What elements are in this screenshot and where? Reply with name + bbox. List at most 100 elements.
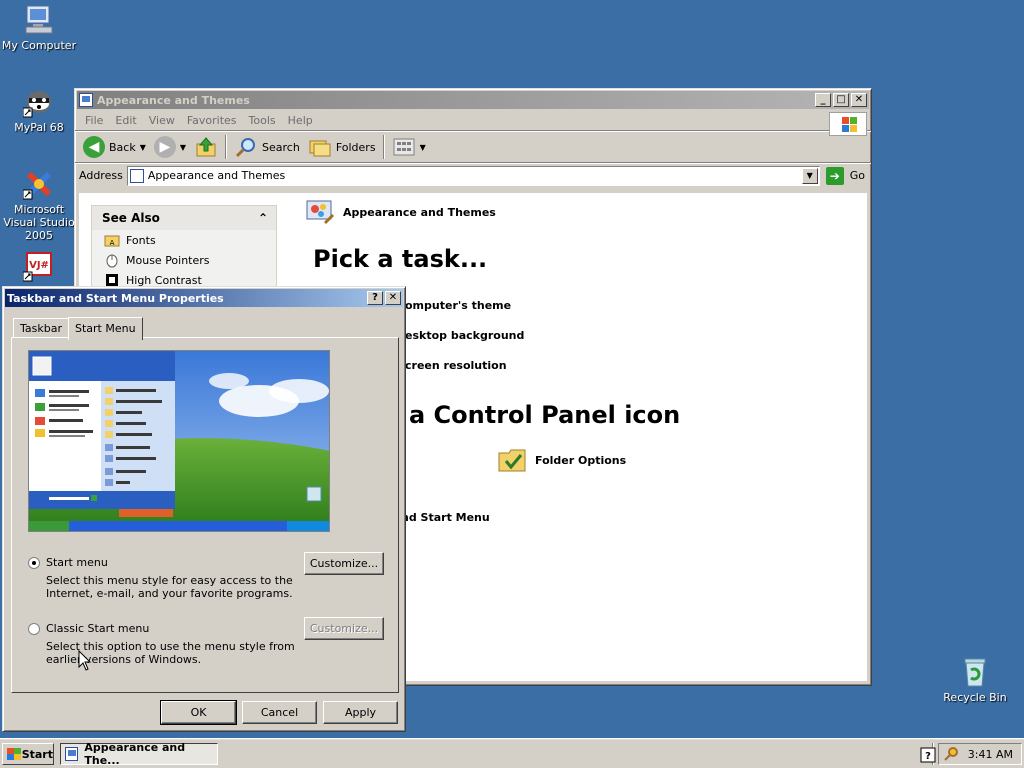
address-input[interactable]: Appearance and Themes ▼ [126, 165, 820, 186]
desktop-icon-vjsharp[interactable]: VJ# [0, 250, 78, 285]
taskbar-button-appearance[interactable]: Appearance and The... [60, 741, 218, 767]
folders-button[interactable]: Folders [304, 134, 380, 160]
see-also-title: See Also [102, 211, 160, 225]
forward-button[interactable]: ▶ ▼ [150, 134, 190, 160]
customize-start-menu-button[interactable]: Customize... [304, 552, 384, 575]
classic-menu-label: Classic Start menu [46, 622, 150, 635]
start-menu-label: Start menu [46, 556, 108, 569]
raccoon-icon [22, 86, 55, 118]
category-title: Appearance and Themes [303, 195, 496, 229]
taskbar: Start Appearance and The... ? 3:41 AM [0, 738, 1024, 768]
taskbar-start-menu-link[interactable]: nd Start Menu [401, 511, 490, 524]
tab-strip: Taskbar Start Menu [13, 315, 143, 340]
pick-icon-heading: a Control Panel icon [409, 401, 681, 429]
start-label: Start [21, 747, 53, 761]
desktop-icon-label: My Computer [1, 39, 77, 52]
dialog-title: Taskbar and Start Menu Properties [7, 291, 224, 305]
see-also-item-mouse-pointers[interactable]: Mouse Pointers [92, 250, 276, 270]
ok-button[interactable]: OK [160, 700, 237, 725]
svg-text:A: A [110, 239, 115, 247]
see-also-header[interactable]: See Also ⌃ [92, 206, 276, 230]
toolbar: ◀ Back ▼ ▶ ▼ Search Folders ▼ [75, 131, 871, 163]
clock[interactable]: 3:41 AM [968, 748, 1013, 761]
control-panel-icon [65, 747, 79, 761]
start-menu-preview [28, 350, 330, 532]
views-icon [393, 138, 415, 156]
dialog-titlebar[interactable]: Taskbar and Start Menu Properties ? ✕ [5, 289, 403, 307]
back-arrow-icon: ◀ [83, 136, 105, 158]
folder-options-icon [498, 449, 526, 472]
forward-arrow-icon: ▶ [153, 136, 176, 158]
search-tray-icon[interactable] [943, 746, 959, 762]
menu-tools[interactable]: Tools [243, 114, 282, 127]
cancel-button[interactable]: Cancel [242, 701, 317, 724]
help-button[interactable]: ? [367, 291, 383, 305]
help-tray-icon[interactable]: ? [920, 747, 936, 763]
control-panel-icon [79, 93, 93, 107]
desktop-icon-mypal[interactable]: MyPal 68 [0, 86, 78, 134]
go-button[interactable]: ➔ Go [825, 166, 865, 185]
customize-classic-menu-button[interactable]: Customize... [304, 617, 384, 640]
system-tray: 3:41 AM [938, 743, 1022, 765]
desktop-icon-label: MyPal 68 [14, 121, 64, 134]
control-panel-icon [129, 168, 144, 183]
mouse-cursor-icon [78, 650, 92, 671]
start-menu-radio[interactable] [28, 556, 40, 569]
desktop-icon-label: Microsoft Visual Studio 2005 [3, 203, 75, 242]
address-value: Appearance and Themes [147, 169, 286, 182]
recycle-bin-icon [959, 656, 991, 688]
preview-image [29, 351, 329, 531]
chevron-down-icon[interactable]: ▼ [801, 167, 818, 184]
desktop-icon-label: Recycle Bin [943, 691, 1007, 704]
maximize-button[interactable]: □ [833, 93, 849, 107]
classic-menu-radio[interactable] [28, 622, 40, 635]
search-button[interactable]: Search [230, 134, 304, 160]
start-menu-option[interactable]: Start menu [28, 556, 108, 569]
go-arrow-icon: ➔ [825, 166, 844, 185]
desktop-icon-recycle-bin[interactable]: Recycle Bin [936, 656, 1014, 704]
collapse-chevron-icon[interactable]: ⌃ [258, 211, 268, 225]
menu-file[interactable]: File [79, 114, 109, 127]
visual-studio-icon [22, 168, 55, 200]
back-label: Back [109, 140, 136, 154]
taskbar-button-label: Appearance and The... [84, 741, 186, 767]
back-button[interactable]: ◀ Back ▼ [79, 134, 150, 160]
task-link[interactable]: omputer's theme [405, 299, 511, 312]
classic-menu-option[interactable]: Classic Start menu [28, 622, 149, 635]
apply-button[interactable]: Apply [323, 701, 398, 724]
menu-favorites[interactable]: Favorites [181, 114, 243, 127]
see-also-item-fonts[interactable]: A Fonts [92, 230, 276, 250]
task-link[interactable]: esktop background [405, 329, 524, 342]
tab-taskbar[interactable]: Taskbar [13, 318, 69, 338]
desktop-icon-my-computer[interactable]: My Computer [0, 4, 78, 52]
start-menu-description: Select this menu style for easy access t… [46, 574, 293, 600]
menu-help[interactable]: Help [282, 114, 319, 127]
explorer-titlebar[interactable]: Appearance and Themes _ □ ✕ [77, 91, 869, 109]
menu-edit[interactable]: Edit [109, 114, 142, 127]
chevron-down-icon[interactable]: ▼ [180, 143, 186, 152]
tab-start-menu[interactable]: Start Menu [68, 317, 143, 340]
fonts-folder-icon: A [104, 235, 120, 247]
appearance-themes-icon [306, 200, 335, 225]
folder-options-link[interactable]: Folder Options [497, 445, 626, 475]
vjsharp-icon: VJ# [22, 250, 55, 282]
task-link[interactable]: creen resolution [405, 359, 507, 372]
address-label: Address [79, 169, 123, 182]
desktop-icon-visual-studio[interactable]: Microsoft Visual Studio 2005 [0, 168, 78, 242]
menu-view[interactable]: View [143, 114, 181, 127]
minimize-button[interactable]: _ [815, 93, 831, 107]
address-bar: Address Appearance and Themes ▼ ➔ Go [75, 163, 871, 187]
search-icon [235, 138, 256, 158]
chevron-down-icon[interactable]: ▼ [140, 143, 146, 152]
folders-icon [309, 140, 331, 157]
vjsharp-icon-text: VJ# [29, 260, 49, 271]
chevron-down-icon[interactable]: ▼ [420, 143, 426, 152]
see-also-panel: See Also ⌃ A Fonts Mouse Pointers High C… [91, 205, 277, 291]
category-title-text: Appearance and Themes [343, 205, 496, 219]
views-button[interactable]: ▼ [388, 134, 430, 160]
up-button[interactable] [190, 134, 222, 160]
taskbar-properties-dialog: Taskbar and Start Menu Properties ? ✕ Ta… [2, 286, 406, 732]
close-button[interactable]: ✕ [851, 93, 867, 107]
start-button[interactable]: Start [2, 743, 54, 765]
close-button[interactable]: ✕ [385, 291, 401, 305]
